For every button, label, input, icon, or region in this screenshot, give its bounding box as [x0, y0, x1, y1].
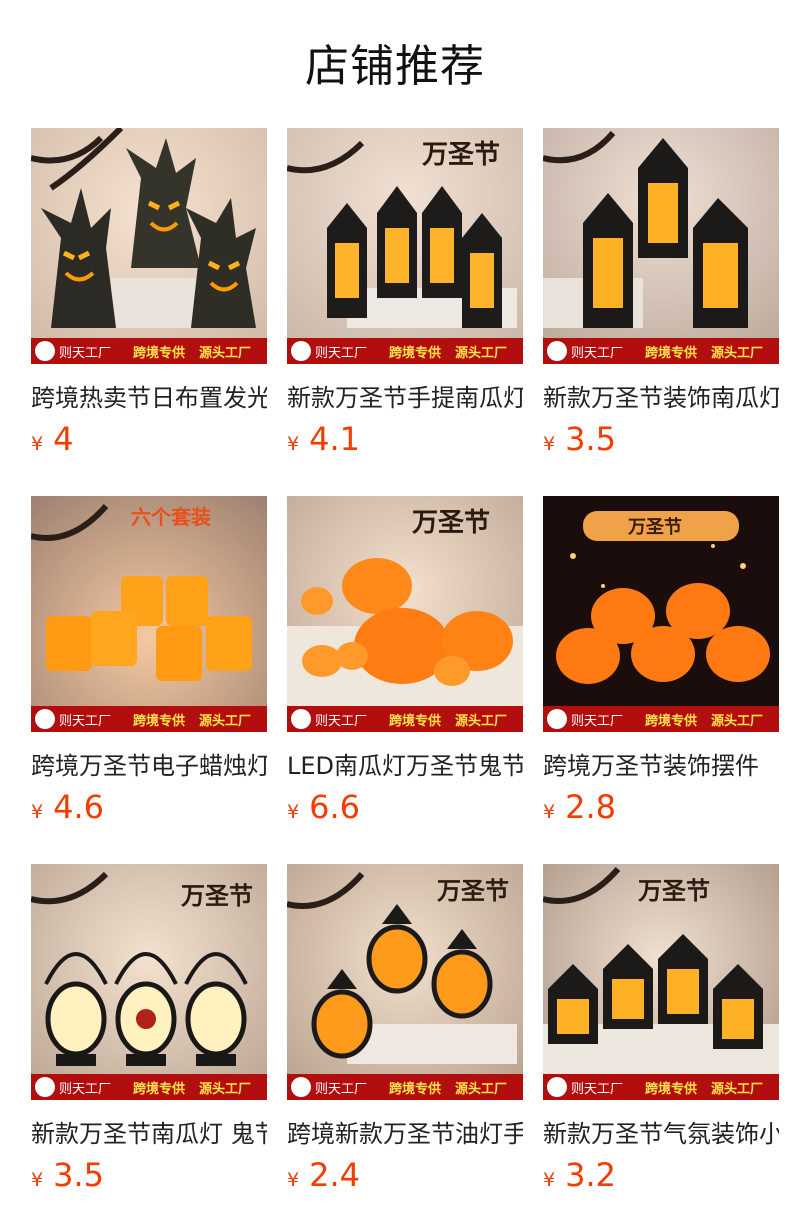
product-title[interactable]: 跨境热卖节日布置发光树桩摆件 [31, 378, 267, 410]
overlay-text: 万圣节 [638, 877, 710, 905]
product-price: ¥4.6 [31, 788, 104, 826]
product-price: ¥4.1 [287, 420, 360, 458]
currency-symbol: ¥ [287, 801, 300, 823]
banner-brand: 则天工厂 [59, 714, 111, 729]
brand-logo-icon [547, 709, 567, 729]
product-image[interactable]: 万圣节 则天工厂 跨境专供 源头工厂 [31, 864, 267, 1100]
banner-slogan-2: 源头工厂 [711, 345, 763, 361]
price-value: 4.6 [53, 788, 104, 826]
page-title: 店铺推荐 [305, 41, 485, 92]
overlay-text: 万圣节 [437, 877, 509, 905]
product-title[interactable]: 新款万圣节装饰南瓜灯挂件 [543, 378, 779, 410]
banner-brand: 则天工厂 [571, 1082, 623, 1097]
product-title[interactable]: 跨境新款万圣节油灯手提灯 [287, 1114, 523, 1146]
banner-slogan-1: 跨境专供 [389, 345, 441, 361]
product-price: ¥3.5 [543, 420, 616, 458]
brand-logo-icon [291, 341, 311, 361]
currency-symbol: ¥ [543, 433, 556, 455]
overlay-text: 万圣节 [412, 508, 490, 538]
currency-symbol: ¥ [31, 801, 44, 823]
product-title[interactable]: LED南瓜灯万圣节鬼节装饰 [287, 746, 523, 778]
banner-slogan-1: 跨境专供 [645, 345, 697, 361]
banner-slogan-2: 源头工厂 [711, 713, 763, 729]
banner-brand: 则天工厂 [315, 714, 367, 729]
brand-logo-icon [35, 1077, 55, 1097]
product-image[interactable]: 万圣节 则天工厂 跨境专供 源头工厂 [543, 496, 779, 732]
banner-slogan-1: 跨境专供 [645, 713, 697, 729]
banner-brand: 则天工厂 [571, 346, 623, 361]
product-image[interactable]: 万圣节 则天工厂 跨境专供 源头工厂 [287, 128, 523, 364]
banner-brand: 则天工厂 [59, 1082, 111, 1097]
product-price: ¥2.4 [287, 1156, 360, 1194]
banner-slogan-2: 源头工厂 [199, 713, 251, 729]
currency-symbol: ¥ [287, 1169, 300, 1191]
banner-slogan-2: 源头工厂 [455, 1081, 507, 1097]
product-title[interactable]: 新款万圣节气氛装饰小屋灯 [543, 1114, 779, 1146]
product-price: ¥3.5 [31, 1156, 104, 1194]
product-image[interactable]: 六个套装 则天工厂 跨境专供 源头工厂 [31, 496, 267, 732]
currency-symbol: ¥ [31, 433, 44, 455]
banner-brand: 则天工厂 [571, 714, 623, 729]
overlay-text: 万圣节 [181, 882, 253, 910]
product-price: ¥6.6 [287, 788, 360, 826]
banner-brand: 则天工厂 [59, 346, 111, 361]
banner-slogan-2: 源头工厂 [711, 1081, 763, 1097]
brand-logo-icon [35, 709, 55, 729]
product-image[interactable]: 万圣节 则天工厂 跨境专供 源头工厂 [543, 864, 779, 1100]
banner-brand: 则天工厂 [315, 1082, 367, 1097]
banner-slogan-1: 跨境专供 [133, 1081, 185, 1097]
product-price: ¥3.2 [543, 1156, 616, 1194]
product-image[interactable]: 则天工厂 跨境专供 源头工厂 [543, 128, 779, 364]
brand-logo-icon [291, 709, 311, 729]
banner-slogan-1: 跨境专供 [133, 345, 185, 361]
currency-symbol: ¥ [543, 1169, 556, 1191]
banner-slogan-2: 源头工厂 [455, 345, 507, 361]
product-price: ¥2.8 [543, 788, 616, 826]
price-value: 3.5 [53, 1156, 104, 1194]
product-title[interactable]: 跨境万圣节电子蜡烛灯套装 [31, 746, 267, 778]
banner-slogan-1: 跨境专供 [645, 1081, 697, 1097]
price-value: 2.4 [309, 1156, 360, 1194]
price-value: 4 [53, 420, 74, 458]
banner-slogan-1: 跨境专供 [389, 1081, 441, 1097]
banner-slogan-2: 源头工厂 [199, 1081, 251, 1097]
product-image[interactable]: 万圣节 则天工厂 跨境专供 源头工厂 [287, 864, 523, 1100]
price-value: 4.1 [309, 420, 360, 458]
currency-symbol: ¥ [543, 801, 556, 823]
banner-slogan-2: 源头工厂 [199, 345, 251, 361]
currency-symbol: ¥ [31, 1169, 44, 1191]
price-value: 3.5 [565, 420, 616, 458]
product-image[interactable]: 则天工厂 跨境专供 源头工厂 [31, 128, 267, 364]
banner-slogan-1: 跨境专供 [133, 713, 185, 729]
product-image[interactable]: 万圣节 则天工厂 跨境专供 源头工厂 [287, 496, 523, 732]
product-price: ¥4 [31, 420, 73, 458]
product-title[interactable]: 新款万圣节南瓜灯 鬼节手提灯 [31, 1114, 267, 1146]
banner-slogan-2: 源头工厂 [455, 713, 507, 729]
price-value: 6.6 [309, 788, 360, 826]
overlay-text: 万圣节 [422, 140, 500, 170]
brand-logo-icon [291, 1077, 311, 1097]
product-title[interactable]: 跨境万圣节装饰摆件 [543, 746, 779, 778]
brand-logo-icon [35, 341, 55, 361]
price-value: 2.8 [565, 788, 616, 826]
brand-logo-icon [547, 1077, 567, 1097]
banner-brand: 则天工厂 [315, 346, 367, 361]
product-title[interactable]: 新款万圣节手提南瓜灯装饰 [287, 378, 523, 410]
overlay-text: 万圣节 [627, 517, 682, 538]
overlay-text: 六个套装 [131, 505, 211, 529]
brand-logo-icon [547, 341, 567, 361]
banner-slogan-1: 跨境专供 [389, 713, 441, 729]
price-value: 3.2 [565, 1156, 616, 1194]
currency-symbol: ¥ [287, 433, 300, 455]
